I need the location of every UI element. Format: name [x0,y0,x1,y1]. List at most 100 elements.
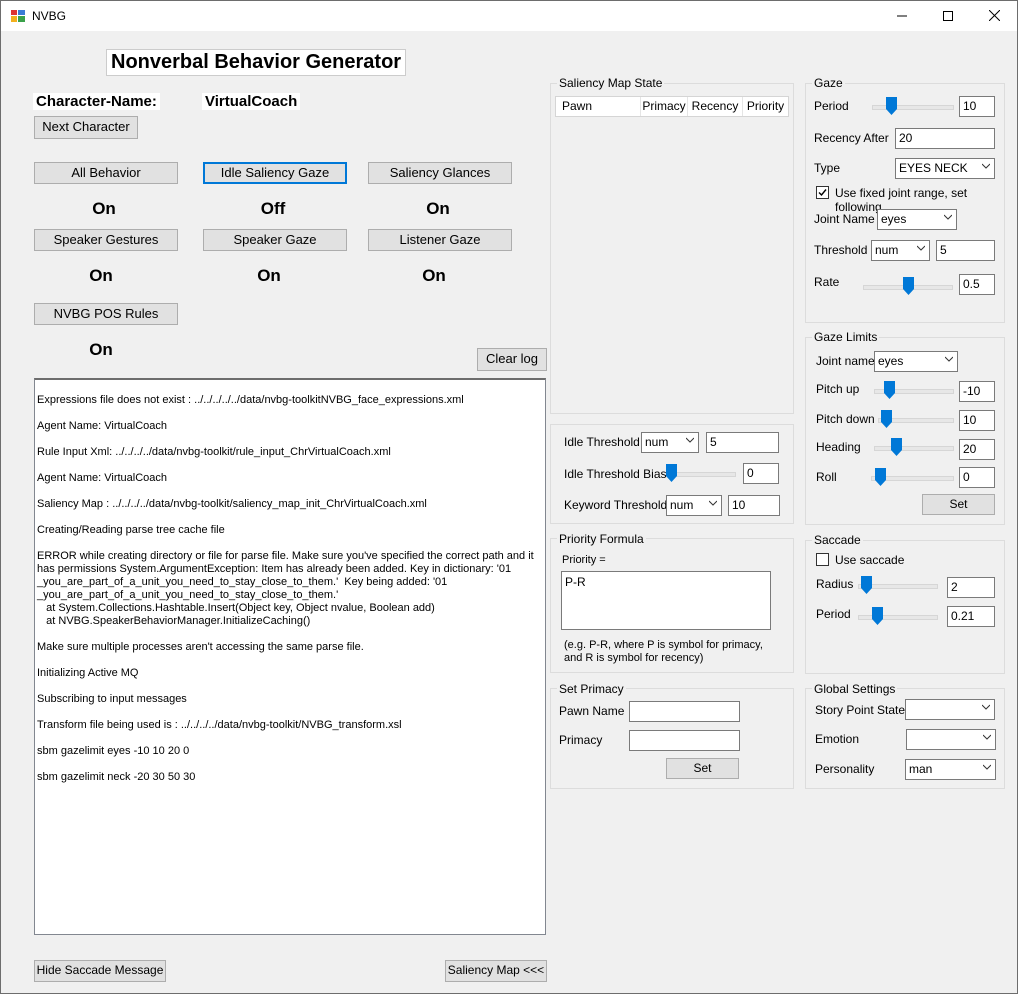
saccade-title: Saccade [812,533,863,547]
pitch-up-slider[interactable] [874,381,954,401]
clear-log-button[interactable]: Clear log [477,348,547,371]
title-bar: NVBG [1,1,1017,31]
listener-gaze-button[interactable]: Listener Gaze [368,229,512,251]
gaze-period-slider[interactable] [872,97,954,117]
roll-input[interactable]: 0 [959,467,995,488]
pitch-up-input[interactable]: -10 [959,381,995,402]
pawn-name-input[interactable] [629,701,740,722]
fixed-joint-range-checkbox[interactable] [816,186,829,199]
gaze-rate-input[interactable]: 0.5 [959,274,995,295]
slider-thumb-icon[interactable] [875,468,886,486]
gaze-joint-name-select[interactable]: eyes [877,209,957,230]
log-line: sbm gazelimit neck -20 30 50 30 [37,771,196,783]
saliency-glances-state: On [426,199,450,218]
idle-saliency-gaze-button[interactable]: Idle Saliency Gaze [203,162,347,184]
chevron-down-icon [945,356,953,362]
nvbg-pos-rules-state: On [89,340,113,359]
pitch-down-input[interactable]: 10 [959,410,995,431]
minimize-button[interactable] [879,1,925,31]
priority-formula-input[interactable]: P-R [561,571,771,630]
gaze-rate-label: Rate [814,275,840,289]
personality-select[interactable]: man [905,759,996,780]
keyword-threshold-label: Keyword Threshold [564,498,668,512]
gaze-type-value: EYES NECK [899,161,968,175]
recency-after-input[interactable]: 20 [895,128,995,149]
log-line: Agent Name: VirtualCoach [37,420,168,432]
hide-saccade-message-button[interactable]: Hide Saccade Message [34,960,166,982]
limits-joint-name-select[interactable]: eyes [874,351,958,372]
slider-thumb-icon[interactable] [872,607,883,625]
gaze-title: Gaze [812,76,845,90]
pitch-down-label: Pitch down [816,412,875,426]
idle-threshold-label: Idle Threshold [564,435,640,449]
idle-threshold-bias-input[interactable]: 0 [743,463,779,484]
close-button[interactable] [971,1,1017,31]
character-name-label: Character-Name: [33,93,160,110]
log-line: Creating/Reading parse tree cache file [37,524,225,536]
slider-thumb-icon[interactable] [884,381,895,399]
priority-hint-line-2: and R is symbol for recency) [564,652,704,664]
saliency-glances-button[interactable]: Saliency Glances [368,162,512,184]
recency-after-label: Recency After [814,131,889,145]
gaze-joint-name-value: eyes [881,212,907,226]
pitch-down-slider[interactable] [878,410,954,430]
speaker-gestures-button[interactable]: Speaker Gestures [34,229,178,251]
keyword-threshold-input[interactable]: 10 [728,495,780,516]
next-character-button[interactable]: Next Character [34,116,138,139]
set-primacy-button[interactable]: Set [666,758,739,779]
gaze-limits-set-button[interactable]: Set [922,494,995,515]
keyword-threshold-type-value: num [670,498,694,512]
idle-threshold-bias-slider[interactable] [666,464,736,484]
saccade-period-input[interactable]: 0.21 [947,606,995,627]
saccade-period-label: Period [816,607,851,621]
chevron-down-icon [982,163,990,169]
saccade-period-slider[interactable] [858,607,938,627]
pitch-up-label: Pitch up [816,382,860,396]
saliency-map-toggle-button[interactable]: Saliency Map <<< [445,960,547,982]
all-behavior-button[interactable]: All Behavior [34,162,178,184]
saliency-map-state-title: Saliency Map State [557,76,665,90]
gaze-threshold-type-select[interactable]: num [871,240,930,261]
log-line: Initializing Active MQ [37,667,139,679]
gaze-threshold-input[interactable]: 5 [936,240,995,261]
maximize-button[interactable] [925,1,971,31]
slider-thumb-icon[interactable] [881,410,892,428]
saccade-radius-input[interactable]: 2 [947,577,995,598]
roll-label: Roll [816,470,837,484]
column-recency[interactable]: Recency [688,97,743,116]
log-line: sbm gazelimit eyes -10 10 20 0 [37,745,190,757]
slider-thumb-icon[interactable] [666,464,677,482]
gaze-period-input[interactable]: 10 [959,96,995,117]
story-point-state-select[interactable] [905,699,995,720]
roll-slider[interactable] [871,468,954,488]
idle-threshold-type-select[interactable]: num [641,432,699,453]
window-title: NVBG [32,9,67,23]
limits-joint-name-value: eyes [878,354,904,368]
saccade-radius-slider[interactable] [858,576,938,596]
heading-slider[interactable] [874,438,954,458]
keyword-threshold-type-select[interactable]: num [666,495,722,516]
slider-thumb-icon[interactable] [886,97,897,115]
primacy-input[interactable] [629,730,740,751]
idle-threshold-input[interactable]: 5 [706,432,779,453]
log-line: Subscribing to input messages [37,693,187,705]
slider-thumb-icon[interactable] [861,576,872,594]
use-saccade-checkbox[interactable] [816,553,829,566]
column-priority[interactable]: Priority [743,97,788,116]
all-behavior-state: On [92,199,116,218]
slider-thumb-icon[interactable] [903,277,914,295]
column-primacy[interactable]: Primacy [641,97,688,116]
limits-joint-name-label: Joint name [816,354,875,368]
gaze-type-select[interactable]: EYES NECK [895,158,995,179]
priority-hint-line-1: (e.g. P-R, where P is symbol for primacy… [564,639,763,651]
nvbg-pos-rules-button[interactable]: NVBG POS Rules [34,303,178,325]
emotion-select[interactable] [906,729,996,750]
log-line: Expressions file does not exist : ../../… [37,394,464,406]
gaze-rate-slider[interactable] [863,277,953,297]
speaker-gaze-button[interactable]: Speaker Gaze [203,229,347,251]
heading-input[interactable]: 20 [959,439,995,460]
log-textbox[interactable]: Expressions file does not exist : ../../… [34,378,546,935]
idle-threshold-bias-label: Idle Threshold Bias [564,467,667,481]
column-pawn[interactable]: Pawn [556,97,641,116]
slider-thumb-icon[interactable] [891,438,902,456]
